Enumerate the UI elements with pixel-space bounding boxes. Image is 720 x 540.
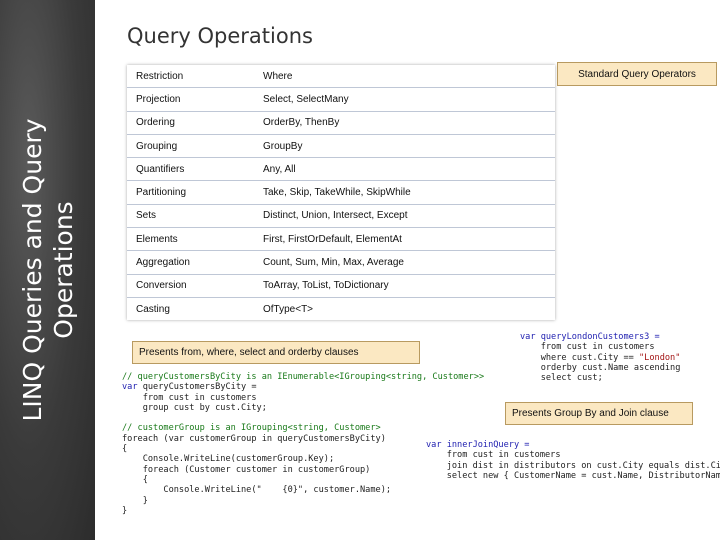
category-cell: Grouping	[127, 134, 254, 159]
code-comment: // queryCustomersByCity is an IEnumerabl…	[122, 372, 485, 382]
code-line: Console.WriteLine(" {0}", customer.Name)…	[122, 485, 392, 496]
table-row: Quantifiers Any, All	[127, 157, 555, 182]
code-line: var queryLondonCustomers3 =	[520, 332, 660, 342]
code-line: }	[122, 495, 148, 506]
operators-cell: Select, SelectMany	[254, 87, 555, 112]
code-keyword: var	[122, 382, 138, 393]
table-row: Restriction Where	[127, 65, 555, 89]
category-cell: Conversion	[127, 274, 254, 298]
code-join-query: var innerJoinQuery = from cust in custom…	[426, 440, 720, 481]
code-line: {	[122, 444, 128, 455]
operators-cell: First, FirstOrDefault, ElementAt	[254, 227, 555, 252]
code-line: var innerJoinQuery =	[426, 440, 530, 450]
presents-from-callout: Presents from, where, select and orderby…	[132, 341, 420, 364]
table-row: Conversion ToArray, ToList, ToDictionary	[127, 274, 555, 298]
operators-cell: OfType<T>	[263, 303, 314, 315]
sidebar-title-text: LINQ Queries and Query Operations	[17, 118, 79, 421]
operators-table: Restriction Where Projection Select, Selec…	[127, 65, 555, 321]
category-cell: Projection	[127, 87, 254, 112]
operators-cell: OrderBy, ThenBy	[254, 111, 555, 135]
operators-cell: Count, Sum, Min, Max, Average	[254, 250, 555, 275]
category-cell: Elements	[127, 227, 254, 252]
operators-cell: ToArray, ToList, ToDictionary	[254, 274, 555, 298]
sidebar-panel: LINQ Queries and Query Operations	[0, 0, 95, 540]
sidebar-title-line2: Operations	[48, 201, 78, 339]
slide-title: Query Operations	[127, 24, 313, 48]
code-line: foreach (var customerGroup in queryCusto…	[122, 433, 386, 444]
table-row: Projection Select, SelectMany	[127, 87, 555, 112]
table-row: Casting OfType<T>	[127, 297, 555, 320]
table-row: Ordering OrderBy, ThenBy	[127, 111, 555, 135]
code-line: select cust;	[520, 373, 603, 384]
category-cell: Quantifiers	[127, 157, 254, 182]
code-line: from cust in customers	[520, 342, 655, 353]
code-join-container: var innerJoinQuery = from cust in custom…	[426, 440, 720, 490]
category-cell: Restriction	[127, 65, 254, 89]
code-london-query: var queryLondonCustomers3 = from cust in…	[520, 332, 680, 383]
table-row: Aggregation Count, Sum, Min, Max, Average	[127, 250, 555, 275]
presents-group-callout: Presents Group By and Join clause	[505, 402, 693, 425]
code-comment: // customerGroup is an IGrouping<string,…	[122, 423, 381, 434]
code-line: Console.WriteLine(customerGroup.Key);	[122, 454, 335, 465]
code-line: from cust in customers	[122, 392, 257, 403]
sidebar-title-line1: LINQ Queries and Query	[17, 118, 47, 422]
code-line: foreach (Customer customer in customerGr…	[122, 464, 371, 475]
code-line: orderby cust.Name ascending	[520, 362, 681, 373]
standard-operators-callout: Standard Query Operators	[557, 62, 717, 86]
operators-cell: Any, All	[254, 157, 555, 182]
category-cell: Casting	[136, 303, 170, 315]
code-line: }	[122, 505, 128, 516]
operators-cell: Take, Skip, TakeWhile, SkipWhile	[254, 180, 555, 205]
category-cell: Aggregation	[127, 250, 254, 275]
code-line: queryCustomersByCity =	[137, 382, 257, 393]
table-row: Sets Distinct, Union, Intersect, Except	[127, 204, 555, 229]
code-string: "London"	[639, 352, 681, 363]
code-line: join dist in distributors on cust.City e…	[426, 460, 720, 471]
code-line: select new { CustomerName = cust.Name, D…	[446, 470, 720, 481]
operators-cell: Where	[254, 65, 555, 89]
operators-cell: Distinct, Union, Intersect, Except	[254, 204, 555, 229]
table-row: Grouping GroupBy	[127, 134, 555, 159]
code-line: where cust.City ==	[520, 352, 639, 363]
category-cell: Ordering	[127, 111, 254, 135]
category-cell: Partitioning	[127, 180, 254, 205]
code-line: {	[122, 474, 148, 485]
table-row: Partitioning Take, Skip, TakeWhile, SkipW…	[127, 180, 555, 205]
category-cell: Sets	[127, 204, 254, 229]
operators-cell: GroupBy	[254, 134, 555, 159]
table-row: Elements First, FirstOrDefault, ElementAt	[127, 227, 555, 252]
code-line: group cust by cust.City;	[122, 402, 267, 413]
sidebar-title: LINQ Queries and Query Operations	[0, 0, 95, 540]
code-line: from cust in customers	[426, 450, 561, 461]
